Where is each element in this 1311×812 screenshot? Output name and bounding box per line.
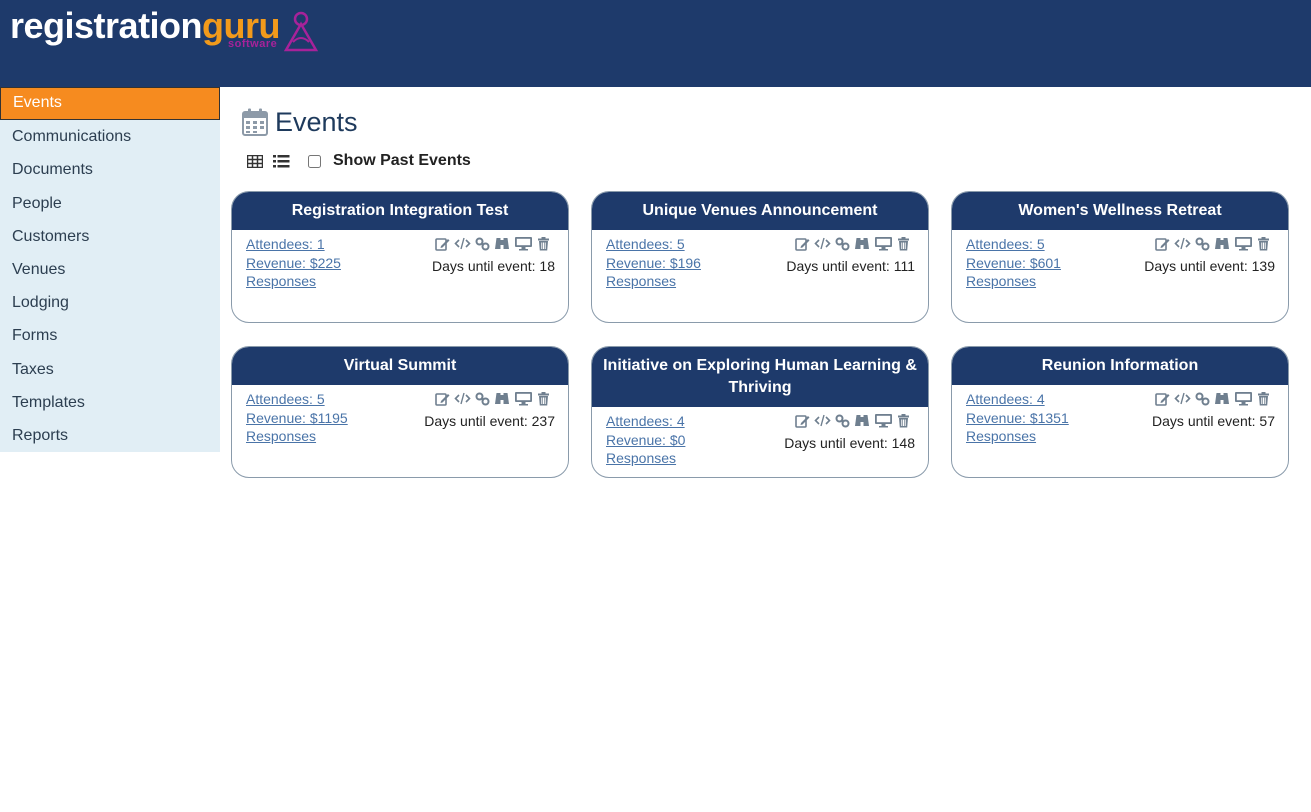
trash-icon[interactable] (1257, 391, 1270, 406)
event-actions (1155, 391, 1270, 406)
edit-icon[interactable] (1155, 392, 1170, 406)
edit-icon[interactable] (1155, 237, 1170, 251)
event-title[interactable]: Unique Venues Announcement (592, 192, 928, 230)
link-icon[interactable] (1195, 237, 1210, 251)
trash-icon[interactable] (897, 236, 910, 251)
view-toolbar: Show Past Events (247, 152, 471, 170)
sidebar-item-customers[interactable]: Customers (0, 220, 220, 253)
monitor-icon[interactable] (874, 236, 893, 251)
page-title: Events (275, 107, 358, 137)
code-icon[interactable] (454, 237, 471, 250)
monitor-icon[interactable] (514, 236, 533, 251)
event-actions (795, 413, 910, 428)
event-card: Unique Venues Announcement Attendees: 5 … (591, 191, 929, 323)
trash-icon[interactable] (897, 413, 910, 428)
edit-icon[interactable] (795, 237, 810, 251)
binoculars-icon[interactable] (854, 413, 870, 428)
code-icon[interactable] (814, 237, 831, 250)
days-until-event: Days until event: 18 (432, 258, 555, 274)
event-title[interactable]: Registration Integration Test (232, 192, 568, 230)
code-icon[interactable] (454, 392, 471, 405)
sidebar-item-taxes[interactable]: Taxes (0, 353, 220, 386)
responses-link[interactable]: Responses (966, 427, 1274, 446)
edit-icon[interactable] (435, 237, 450, 251)
calendar-icon (242, 108, 268, 136)
sidebar-item-people[interactable]: People (0, 187, 220, 220)
page-title-row: Events (242, 106, 358, 138)
sidebar-item-forms[interactable]: Forms (0, 319, 220, 352)
event-title[interactable]: Women's Wellness Retreat (952, 192, 1288, 230)
event-actions (1155, 236, 1270, 251)
days-until-event: Days until event: 139 (1144, 258, 1275, 274)
event-title[interactable]: Initiative on Exploring Human Learning &… (592, 347, 928, 407)
event-actions (435, 236, 550, 251)
monitor-icon[interactable] (874, 413, 893, 428)
link-icon[interactable] (1195, 392, 1210, 406)
days-until-event: Days until event: 148 (784, 435, 915, 451)
binoculars-icon[interactable] (854, 236, 870, 251)
logo-subtitle: software (228, 38, 278, 50)
code-icon[interactable] (814, 414, 831, 427)
event-card-body: Attendees: 5 Revenue: $601 Responses Day… (952, 230, 1288, 296)
event-actions (795, 236, 910, 251)
sidebar-item-lodging[interactable]: Lodging (0, 286, 220, 319)
event-card-body: Attendees: 1 Revenue: $225 Responses Day… (232, 230, 568, 296)
code-icon[interactable] (1174, 237, 1191, 250)
sidebar-item-documents[interactable]: Documents (0, 153, 220, 186)
trash-icon[interactable] (537, 236, 550, 251)
event-card-body: Attendees: 5 Revenue: $196 Responses Day… (592, 230, 928, 296)
responses-link[interactable]: Responses (606, 272, 914, 291)
sidebar-item-templates[interactable]: Templates (0, 386, 220, 419)
event-card-body: Attendees: 5 Revenue: $1195 Responses Da… (232, 385, 568, 451)
event-title[interactable]: Virtual Summit (232, 347, 568, 385)
binoculars-icon[interactable] (494, 391, 510, 406)
link-icon[interactable] (475, 237, 490, 251)
sidebar-item-reports[interactable]: Reports (0, 419, 220, 452)
event-card-body: Attendees: 4 Revenue: $1351 Responses Da… (952, 385, 1288, 451)
sidebar-item-events[interactable]: Events (0, 87, 220, 121)
event-card: Registration Integration Test Attendees:… (231, 191, 569, 323)
responses-link[interactable]: Responses (246, 427, 554, 446)
grid-view-icon[interactable] (247, 154, 263, 168)
event-card: Women's Wellness Retreat Attendees: 5 Re… (951, 191, 1289, 323)
days-until-event: Days until event: 111 (786, 258, 915, 274)
link-icon[interactable] (835, 414, 850, 428)
event-card-body: Attendees: 4 Revenue: $0 Responses Days … (592, 407, 928, 473)
responses-link[interactable]: Responses (966, 272, 1274, 291)
event-title[interactable]: Reunion Information (952, 347, 1288, 385)
event-card: Initiative on Exploring Human Learning &… (591, 346, 929, 478)
event-actions (435, 391, 550, 406)
show-past-events-label[interactable]: Show Past Events (333, 152, 471, 170)
code-icon[interactable] (1174, 392, 1191, 405)
brand-logo[interactable]: registrationguru software (10, 6, 319, 54)
trash-icon[interactable] (1257, 236, 1270, 251)
edit-icon[interactable] (435, 392, 450, 406)
link-icon[interactable] (475, 392, 490, 406)
event-card: Virtual Summit Attendees: 5 Revenue: $11… (231, 346, 569, 478)
days-until-event: Days until event: 237 (424, 413, 555, 429)
monitor-icon[interactable] (514, 391, 533, 406)
days-until-event: Days until event: 57 (1152, 413, 1275, 429)
show-past-events-checkbox[interactable] (308, 154, 321, 168)
binoculars-icon[interactable] (1214, 236, 1230, 251)
link-icon[interactable] (835, 237, 850, 251)
sidebar-item-venues[interactable]: Venues (0, 253, 220, 286)
trash-icon[interactable] (537, 391, 550, 406)
logo-mark-icon (284, 11, 319, 52)
edit-icon[interactable] (795, 414, 810, 428)
binoculars-icon[interactable] (1214, 391, 1230, 406)
event-card: Reunion Information Attendees: 4 Revenue… (951, 346, 1289, 478)
responses-link[interactable]: Responses (246, 272, 554, 291)
monitor-icon[interactable] (1234, 391, 1253, 406)
monitor-icon[interactable] (1234, 236, 1253, 251)
sidebar-item-communications[interactable]: Communications (0, 120, 220, 153)
responses-link[interactable]: Responses (606, 449, 914, 468)
binoculars-icon[interactable] (494, 236, 510, 251)
sidebar-nav: Events Communications Documents People C… (0, 87, 220, 452)
list-view-icon[interactable] (273, 154, 290, 168)
app-header: registrationguru software (0, 0, 1311, 87)
